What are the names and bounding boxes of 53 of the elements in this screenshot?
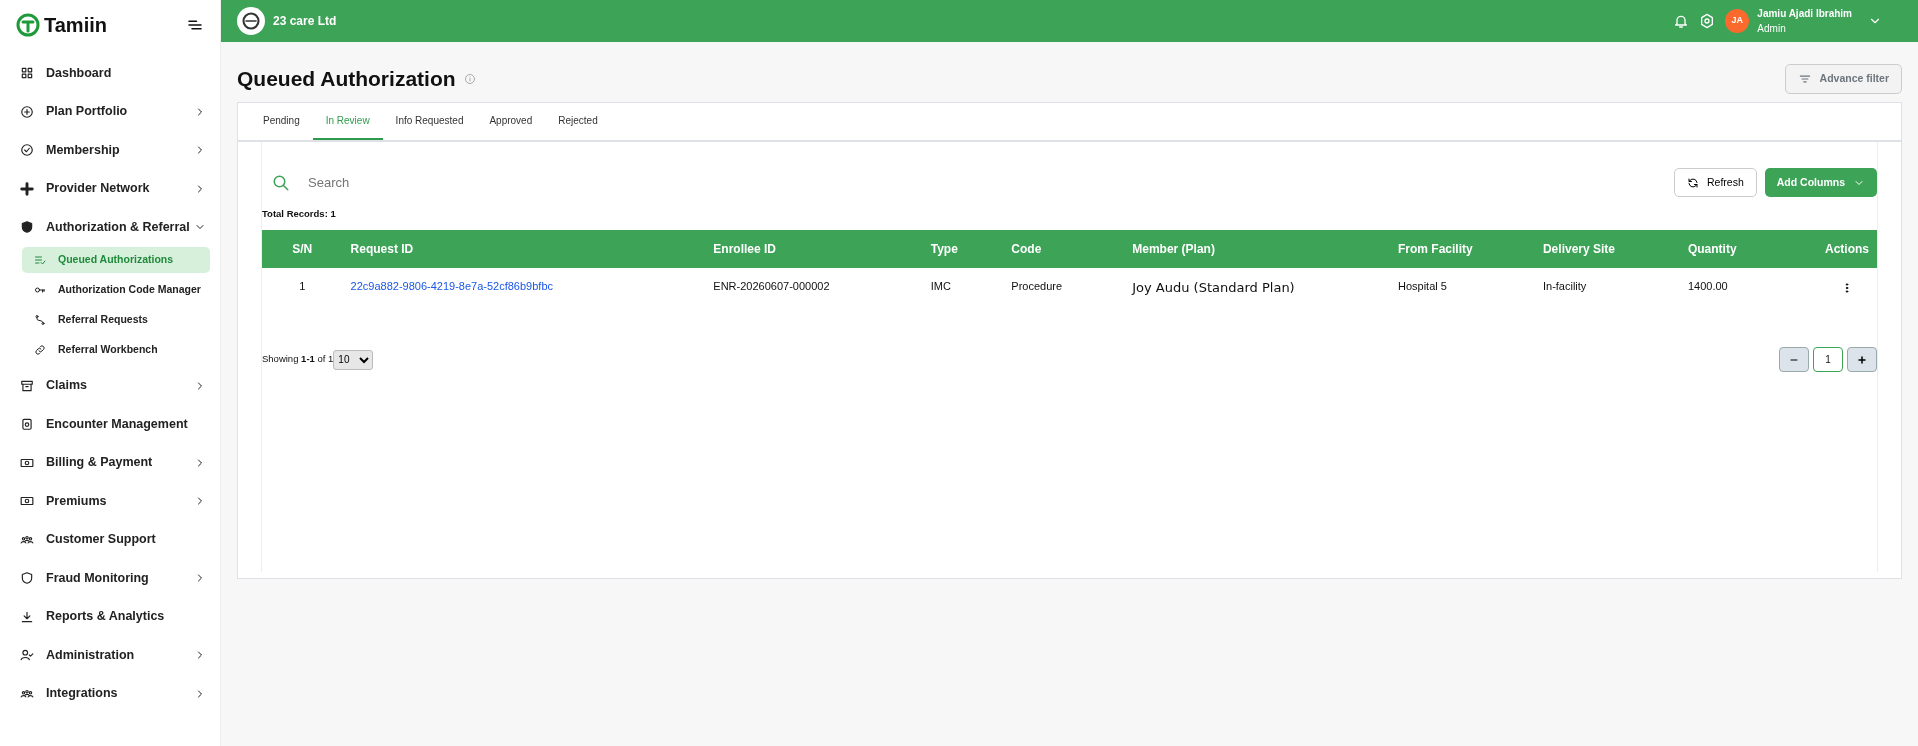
column-header: Quantity: [1679, 229, 1817, 268]
sidebar-item[interactable]: Plan Portfolio: [0, 92, 220, 131]
page-title: Queued Authorization: [237, 66, 456, 92]
column-header: Actions: [1817, 229, 1877, 268]
sidebar-item[interactable]: Reports & Analytics: [0, 597, 220, 636]
page-size-select[interactable]: 10: [333, 349, 374, 370]
total-records: Total Records: 1: [262, 207, 337, 222]
table-cell: Hospital 5: [1397, 279, 1447, 292]
column-header: Delivery Site: [1534, 229, 1680, 268]
sidebar-subitem[interactable]: Referral Requests: [22, 306, 210, 333]
table-cell: Procedure: [1011, 279, 1063, 292]
sidebar-item[interactable]: Membership: [0, 131, 220, 170]
column-header: Request ID: [342, 229, 706, 268]
sidebar-item[interactable]: Integrations: [0, 674, 220, 713]
request-id-link[interactable]: 22c9a882-9806-4219-8e7a-52cf86b9bfbc: [350, 279, 553, 292]
table-cell: In-facility: [1542, 279, 1587, 292]
sidebar-item[interactable]: Dashboard: [0, 54, 220, 93]
tab[interactable]: Rejected: [545, 102, 611, 140]
sidebar-item[interactable]: Premiums: [0, 482, 220, 521]
user-role: Admin: [1757, 22, 1787, 36]
sidebar-item[interactable]: Claims: [0, 366, 220, 405]
sidebar-item[interactable]: Provider Network: [0, 169, 220, 208]
tab[interactable]: Info Requested: [382, 102, 477, 140]
table-cell: ENR-20260607-000002: [713, 279, 830, 292]
table-cell: 1: [299, 279, 306, 292]
column-header: Member (Plan): [1124, 229, 1390, 268]
pagination-summary: Showing 1-1 of 1: [262, 352, 334, 367]
sidebar-item[interactable]: Encounter Management: [0, 405, 220, 444]
table-cell: Joy Audu (Standard Plan): [1132, 279, 1295, 295]
refresh-button[interactable]: Refresh: [1674, 167, 1757, 198]
sidebar-subitem[interactable]: Referral Workbench: [22, 336, 210, 363]
table-cell: IMC: [930, 279, 951, 292]
sidebar-subitem[interactable]: Authorization Code Manager: [22, 276, 210, 303]
org-name: 23 care Ltd: [273, 13, 338, 30]
column-header: Enrollee ID: [705, 229, 923, 268]
sidebar-item[interactable]: Administration: [0, 636, 220, 675]
user-name: Jamiu Ajadi Ibrahim: [1757, 7, 1852, 21]
sidebar-item[interactable]: Customer Support: [0, 520, 220, 559]
sidebar-subitem[interactable]: Queued Authorizations: [22, 246, 210, 273]
column-header: Code: [1003, 229, 1125, 268]
tab[interactable]: In Review: [312, 102, 383, 140]
search-field[interactable]: Search: [306, 171, 652, 194]
sidebar-item[interactable]: Authorization & Referral: [0, 208, 220, 247]
column-header: From Facility: [1389, 229, 1535, 268]
tab[interactable]: Approved: [476, 102, 546, 140]
table-cell: 1400.00: [1687, 279, 1728, 292]
column-header: Type: [922, 229, 1004, 268]
column-header: S/N: [262, 229, 343, 268]
sidebar-item[interactable]: Fraud Monitoring: [0, 559, 220, 598]
tab[interactable]: Pending: [250, 102, 313, 140]
page-number[interactable]: 1: [1813, 347, 1843, 372]
brand-name: Tamiin: [44, 13, 107, 38]
sidebar-item[interactable]: Billing & Payment: [0, 443, 220, 482]
